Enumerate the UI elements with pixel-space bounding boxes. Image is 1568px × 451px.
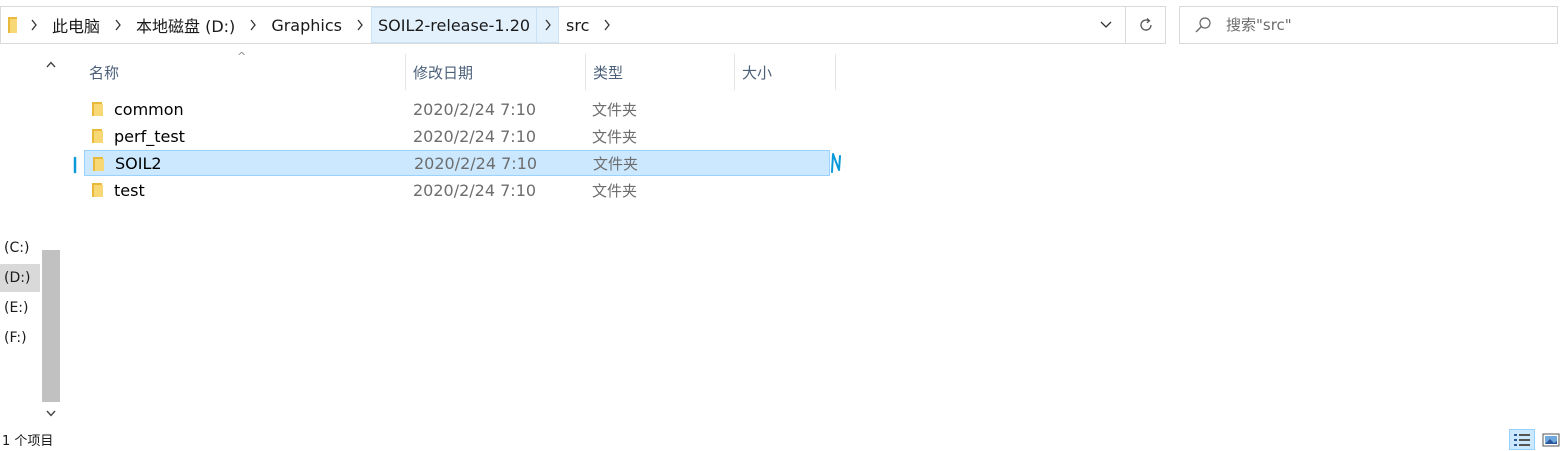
file-list: ^ 名称 修改日期 类型 大小 common 2020/2/24 7:10 文件… [62, 50, 1562, 425]
folder-icon [92, 129, 103, 143]
folder-icon [93, 157, 104, 171]
item-count: 1 个项目 [2, 434, 54, 449]
column-divider[interactable] [835, 54, 836, 90]
file-date: 2020/2/24 7:10 [413, 126, 537, 146]
file-name: perf_test [114, 126, 185, 146]
chevron-right-icon[interactable] [242, 7, 264, 43]
nav-drive-d[interactable]: (D:) [0, 264, 40, 292]
file-type: 文件夹 [592, 100, 638, 119]
breadcrumb-graphics[interactable]: Graphics [264, 7, 349, 43]
nav-drive-f[interactable]: (F:) [0, 324, 40, 352]
nav-scrollbar[interactable] [40, 50, 61, 425]
chevron-right-icon[interactable] [23, 7, 45, 43]
navigation-pane: (C:) (D:) (E:) (F:) [0, 50, 62, 425]
folder-icon [92, 102, 103, 116]
ink-mark [73, 156, 77, 174]
ink-mark [831, 153, 841, 173]
search-input[interactable] [1226, 7, 1546, 43]
nav-drive-e[interactable]: (E:) [0, 294, 40, 322]
breadcrumb-soil2-release[interactable]: SOIL2-release-1.20 [370, 7, 538, 43]
file-row-common[interactable]: common 2020/2/24 7:10 文件夹 [84, 96, 830, 122]
breadcrumb-this-pc[interactable]: 此电脑 [45, 7, 107, 43]
file-date: 2020/2/24 7:10 [413, 180, 537, 200]
file-type: 文件夹 [593, 154, 639, 173]
folder-icon [92, 183, 103, 197]
file-row-perf-test[interactable]: perf_test 2020/2/24 7:10 文件夹 [84, 123, 830, 149]
column-header-name[interactable]: 名称 [82, 54, 404, 90]
scrollbar-thumb[interactable] [42, 250, 60, 402]
file-date: 2020/2/24 7:10 [414, 153, 538, 173]
file-date: 2020/2/24 7:10 [413, 99, 537, 119]
search-icon [1195, 17, 1211, 33]
refresh-button[interactable] [1125, 7, 1165, 43]
history-dropdown-button[interactable] [1088, 7, 1124, 43]
file-type: 文件夹 [592, 181, 638, 200]
file-row-soil2[interactable]: SOIL2 2020/2/24 7:10 文件夹 [84, 150, 830, 176]
chevron-up-icon [45, 60, 56, 67]
refresh-icon [1139, 18, 1152, 31]
breadcrumb-src[interactable]: src [559, 7, 596, 43]
search-box[interactable] [1179, 6, 1558, 44]
column-header-size[interactable]: 大小 [735, 54, 835, 90]
file-name: SOIL2 [115, 153, 162, 173]
chevron-down-icon [1100, 21, 1112, 28]
nav-drive-c[interactable]: (C:) [0, 234, 40, 262]
scroll-up-button[interactable] [40, 52, 61, 76]
file-name: common [114, 99, 184, 119]
address-bar[interactable]: 此电脑 本地磁盘 (D:) Graphics SOIL2-release-1.2… [0, 6, 1166, 44]
details-view-icon [1514, 433, 1530, 446]
scroll-down-button[interactable] [40, 401, 61, 425]
chevron-right-icon[interactable] [349, 7, 371, 43]
file-name: test [114, 180, 145, 200]
chevron-right-icon[interactable] [596, 7, 618, 43]
chevron-right-icon[interactable] [537, 7, 560, 43]
column-header-date[interactable]: 修改日期 [406, 54, 584, 90]
details-view-button[interactable] [1509, 429, 1535, 450]
file-row-test[interactable]: test 2020/2/24 7:10 文件夹 [84, 177, 830, 203]
column-header-type[interactable]: 类型 [586, 54, 734, 90]
thumbnail-view-button[interactable] [1538, 429, 1564, 450]
status-bar: 1 个项目 [0, 428, 1568, 451]
breadcrumb-drive-d[interactable]: 本地磁盘 (D:) [129, 7, 242, 43]
folder-icon [8, 17, 17, 33]
chevron-down-icon [45, 410, 56, 417]
file-type: 文件夹 [592, 127, 638, 146]
chevron-right-icon[interactable] [107, 7, 129, 43]
thumbnail-view-icon [1542, 433, 1560, 446]
